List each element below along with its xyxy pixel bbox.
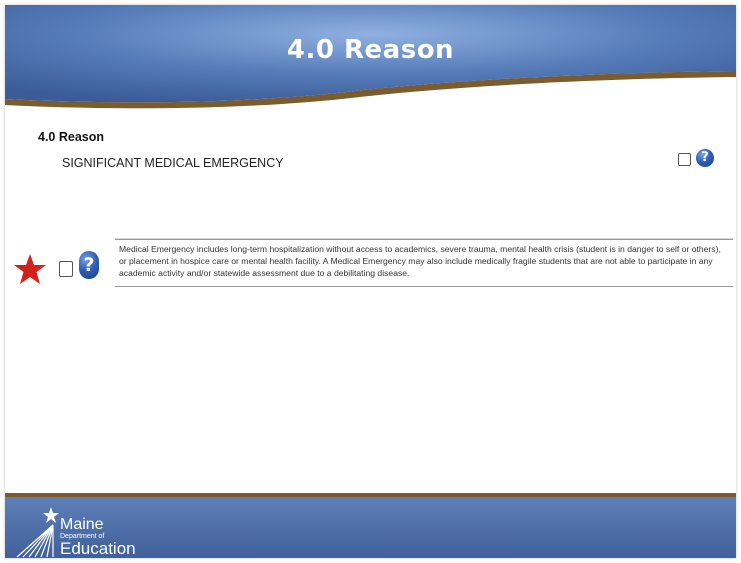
definition-text: Medical Emergency includes long-term hos…	[115, 239, 733, 287]
slide-footer: Maine Department of Education	[5, 493, 736, 558]
logo-text-maine: Maine	[60, 516, 104, 533]
reason-checkbox[interactable]	[678, 153, 691, 166]
reason-value: SIGNIFICANT MEDICAL EMERGENCY	[62, 156, 284, 170]
required-star-icon	[14, 254, 46, 284]
help-icon[interactable]: ?	[696, 149, 714, 167]
logo-mark-icon	[16, 507, 59, 558]
maine-doe-logo: Maine Department of Education	[13, 505, 163, 558]
slide-header: 4.0 Reason	[5, 5, 736, 115]
definition-checkbox[interactable]	[59, 261, 73, 277]
slide: 4.0 Reason 4.0 Reason SIGNIFICANT MEDICA…	[5, 5, 736, 558]
section-label: 4.0 Reason	[38, 130, 105, 144]
definition-help-icon[interactable]: ?	[79, 251, 99, 279]
logo-text-education: Education	[60, 539, 136, 558]
page-title: 4.0 Reason	[286, 35, 455, 65]
